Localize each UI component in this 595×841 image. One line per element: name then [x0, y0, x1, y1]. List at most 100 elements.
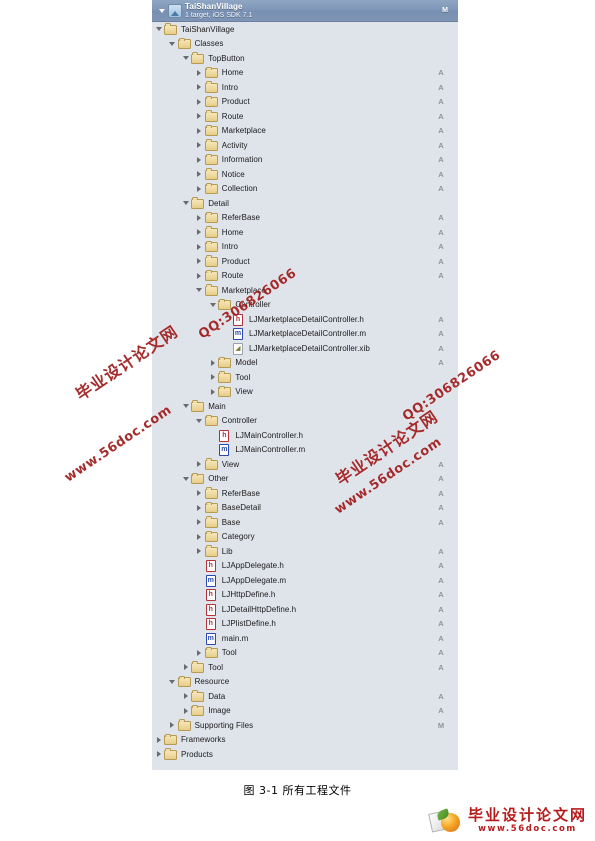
tree-row[interactable]: Marketplace A — [152, 124, 458, 139]
tree-row[interactable]: Base A — [152, 515, 458, 530]
chevron-right-icon[interactable] — [195, 167, 204, 181]
chevron-right-icon[interactable] — [208, 356, 217, 370]
tree-row[interactable]: h LJAppDelegate.h A — [152, 559, 458, 574]
chevron-down-icon[interactable] — [181, 399, 190, 413]
chevron-right-icon[interactable] — [195, 254, 204, 268]
chevron-right-icon[interactable] — [195, 109, 204, 123]
tree-row[interactable]: Route A — [152, 109, 458, 124]
tree-row[interactable]: Tool A — [152, 660, 458, 675]
chevron-right-icon[interactable] — [195, 530, 204, 544]
tree-row[interactable]: TaiShanVillage — [152, 22, 458, 37]
tree-row[interactable]: m LJMarketplaceDetailController.m A — [152, 327, 458, 342]
tree-row[interactable]: Image A — [152, 704, 458, 719]
chevron-right-icon[interactable] — [195, 457, 204, 471]
tree-row[interactable]: Route A — [152, 269, 458, 284]
tree-row[interactable]: ReferBase A — [152, 211, 458, 226]
chevron-right-icon[interactable] — [208, 370, 217, 384]
tree-row[interactable]: Resource — [152, 675, 458, 690]
tree-row[interactable]: h LJMainController.h — [152, 428, 458, 443]
chevron-right-icon[interactable] — [195, 182, 204, 196]
chevron-right-icon[interactable] — [154, 733, 163, 747]
tree-row[interactable]: Tool — [152, 370, 458, 385]
tree-row[interactable]: BaseDetail A — [152, 501, 458, 516]
tree-row[interactable]: Marketplace — [152, 283, 458, 298]
tree-row[interactable]: Intro A — [152, 80, 458, 95]
tree-row[interactable]: Controller — [152, 298, 458, 313]
tree-row[interactable]: Products — [152, 747, 458, 762]
tree-row[interactable]: m LJAppDelegate.m A — [152, 573, 458, 588]
chevron-right-icon[interactable] — [195, 138, 204, 152]
chevron-right-icon[interactable] — [195, 240, 204, 254]
chevron-down-icon[interactable] — [181, 472, 190, 486]
folder-icon-wrap — [204, 501, 219, 514]
tree-row[interactable]: Category — [152, 530, 458, 545]
file-tree[interactable]: TaiShanVillage Classes TopButton Home A Intro… — [152, 22, 458, 762]
chevron-right-icon[interactable] — [195, 80, 204, 94]
chevron-down-icon[interactable] — [181, 51, 190, 65]
tree-row[interactable]: Other A — [152, 472, 458, 487]
tree-row[interactable]: Collection A — [152, 182, 458, 197]
chevron-down-icon[interactable] — [156, 4, 167, 18]
tree-row[interactable]: Notice A — [152, 167, 458, 182]
tree-row[interactable]: m LJMainController.m — [152, 443, 458, 458]
chevron-right-icon[interactable] — [195, 269, 204, 283]
tree-row[interactable]: Detail — [152, 196, 458, 211]
chevron-down-icon[interactable] — [208, 298, 217, 312]
tree-row[interactable]: Intro A — [152, 240, 458, 255]
tree-row[interactable]: Home A — [152, 225, 458, 240]
chevron-right-icon[interactable] — [195, 153, 204, 167]
chevron-right-icon[interactable] — [195, 225, 204, 239]
chevron-right-icon[interactable] — [181, 689, 190, 703]
chevron-right-icon[interactable] — [168, 718, 177, 732]
chevron-right-icon[interactable] — [195, 95, 204, 109]
chevron-right-icon[interactable] — [181, 660, 190, 674]
tree-row[interactable]: ReferBase A — [152, 486, 458, 501]
tree-row[interactable]: Product A — [152, 95, 458, 110]
chevron-right-icon[interactable] — [208, 385, 217, 399]
tree-row[interactable]: h LJPlistDefine.h A — [152, 617, 458, 632]
chevron-right-icon[interactable] — [195, 646, 204, 660]
tree-row[interactable]: ◢ LJMarketplaceDetailController.xib A — [152, 341, 458, 356]
tree-row[interactable]: Supporting Files M — [152, 718, 458, 733]
tree-row[interactable]: h LJDetailHttpDefine.h A — [152, 602, 458, 617]
chevron-right-icon[interactable] — [195, 515, 204, 529]
tree-row[interactable]: Activity A — [152, 138, 458, 153]
tree-row[interactable]: View A — [152, 457, 458, 472]
site-logo[interactable]: 毕业设计论文网 www.56doc.com — [428, 806, 587, 836]
tree-row[interactable]: m main.m A — [152, 631, 458, 646]
chevron-right-icon[interactable] — [154, 747, 163, 761]
chevron-down-icon[interactable] — [195, 283, 204, 297]
tree-row[interactable]: h LJMarketplaceDetailController.h A — [152, 312, 458, 327]
chevron-right-icon[interactable] — [195, 66, 204, 80]
chevron-right-icon[interactable] — [195, 211, 204, 225]
tree-row[interactable]: Data A — [152, 689, 458, 704]
project-header-row[interactable]: TaiShanVillage 1 target, iOS SDK 7.1 M — [152, 0, 458, 22]
tree-row-label: LJAppDelegate.h — [221, 561, 284, 571]
tree-row[interactable]: Information A — [152, 153, 458, 168]
chevron-down-icon[interactable] — [154, 22, 163, 36]
chevron-right-icon[interactable] — [195, 124, 204, 138]
chevron-right-icon[interactable] — [195, 501, 204, 515]
tree-row[interactable]: TopButton — [152, 51, 458, 66]
tree-row[interactable]: Model A — [152, 356, 458, 371]
chevron-right-icon[interactable] — [181, 704, 190, 718]
chevron-down-icon[interactable] — [168, 37, 177, 51]
tree-row[interactable]: View — [152, 385, 458, 400]
tree-row[interactable]: Frameworks — [152, 733, 458, 748]
chevron-down-icon[interactable] — [168, 675, 177, 689]
chevron-right-icon[interactable] — [195, 544, 204, 558]
tree-row[interactable]: Product A — [152, 254, 458, 269]
tree-row[interactable]: Classes — [152, 37, 458, 52]
tree-row[interactable]: Home A — [152, 66, 458, 81]
chevron-down-icon[interactable] — [195, 414, 204, 428]
tree-row[interactable]: h LJHttpDefine.h A — [152, 588, 458, 603]
tree-row-label: Classes — [194, 39, 224, 49]
chevron-down-icon[interactable] — [181, 196, 190, 210]
tree-row[interactable]: Main — [152, 399, 458, 414]
project-navigator-panel[interactable]: TaiShanVillage 1 target, iOS SDK 7.1 M T… — [152, 0, 458, 770]
tree-row[interactable]: Lib A — [152, 544, 458, 559]
chevron-right-icon[interactable] — [195, 486, 204, 500]
tree-row[interactable]: Tool A — [152, 646, 458, 661]
tree-row[interactable]: Controller — [152, 414, 458, 429]
